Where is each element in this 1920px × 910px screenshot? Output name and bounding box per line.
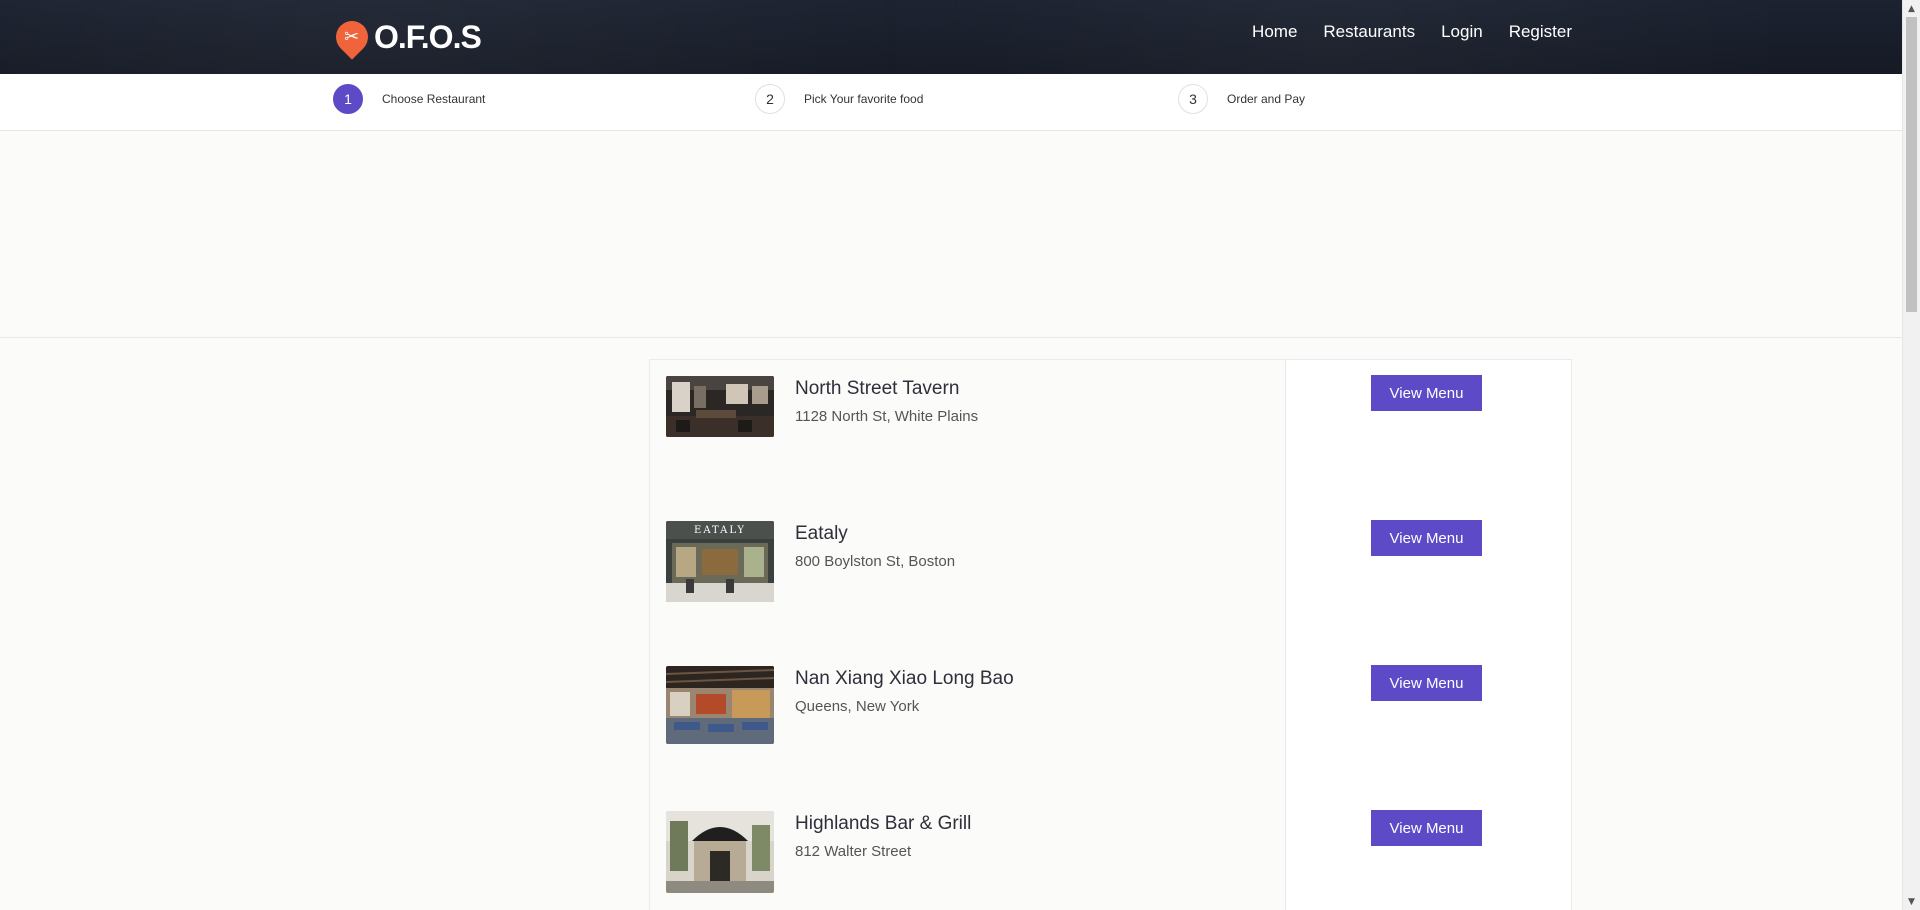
step-number: 1	[333, 84, 363, 114]
page-scrollbar[interactable]: ▲ ▼	[1902, 0, 1920, 910]
step-number: 3	[1178, 84, 1208, 114]
step-order-pay: 3 Order and Pay	[1178, 84, 1305, 114]
step-label: Order and Pay	[1227, 92, 1306, 106]
site-header: ✂ O.F.O.S Home Restaurants Login Registe…	[0, 0, 1902, 74]
step-choose-restaurant: 1 Choose Restaurant	[333, 84, 485, 114]
nav-register[interactable]: Register	[1509, 22, 1572, 42]
step-label: Choose Restaurant	[382, 92, 486, 106]
view-menu-button[interactable]: View Menu	[1371, 520, 1482, 556]
main-nav: Home Restaurants Login Register	[1252, 22, 1572, 42]
scrollbar-thumb[interactable]	[1906, 17, 1917, 312]
order-steps: 1 Choose Restaurant 2 Pick Your favorite…	[0, 74, 1902, 131]
nav-login[interactable]: Login	[1441, 22, 1483, 42]
action-buttons-layer: View Menu View Menu View Menu View Menu	[649, 359, 1572, 910]
scroll-down-arrow-icon[interactable]: ▼	[1903, 893, 1920, 910]
view-menu-button[interactable]: View Menu	[1371, 810, 1482, 846]
utensils-icon: ✂	[329, 14, 375, 60]
logo-text: O.F.O.S	[374, 18, 482, 55]
step-label: Pick Your favorite food	[804, 92, 924, 106]
site-logo[interactable]: ✂ O.F.O.S	[329, 14, 482, 60]
page: ✂ O.F.O.S Home Restaurants Login Registe…	[0, 0, 1920, 910]
nav-home[interactable]: Home	[1252, 22, 1297, 42]
step-pick-food: 2 Pick Your favorite food	[755, 84, 923, 114]
step-number: 2	[755, 84, 785, 114]
hero-banner	[0, 131, 1902, 338]
scroll-up-arrow-icon[interactable]: ▲	[1903, 0, 1920, 17]
view-menu-button[interactable]: View Menu	[1371, 375, 1482, 411]
nav-restaurants[interactable]: Restaurants	[1323, 22, 1415, 42]
view-menu-button[interactable]: View Menu	[1371, 665, 1482, 701]
